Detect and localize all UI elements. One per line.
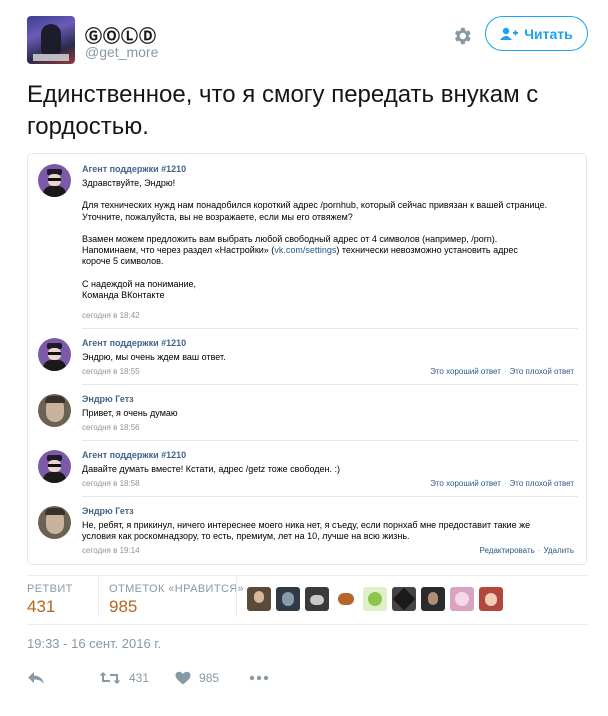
user-avatar-small (38, 506, 71, 539)
edit-link[interactable]: Редактировать (480, 546, 535, 555)
bad-answer-link[interactable]: Это плохой ответ (510, 367, 574, 376)
message-actions: Редактировать · Удалить (480, 546, 574, 555)
divider (27, 624, 587, 625)
message-line: Взамен можем предложить вам выбрать любо… (82, 234, 498, 245)
liker-avatar-icon[interactable] (450, 587, 474, 611)
user-avatar[interactable] (27, 16, 75, 64)
delete-link[interactable]: Удалить (543, 546, 574, 555)
divider (27, 575, 587, 576)
message-line: Уточните, пожалуйста, вы не возражаете, … (82, 211, 353, 222)
add-user-icon (500, 27, 519, 40)
message-body: Не, ребят, я прикинул, ничего интереснее… (82, 520, 572, 542)
separator: · (503, 479, 507, 488)
message-divider (82, 440, 578, 441)
bad-answer-link[interactable]: Это плохой ответ (510, 479, 574, 488)
liker-avatar-icon[interactable] (363, 587, 387, 611)
vk-message: Агент поддержки #1210 Здравствуйте, Эндр… (38, 164, 578, 324)
retweets-count: 431 (27, 597, 56, 616)
settings-link[interactable]: vk.com/settings (274, 245, 336, 255)
message-time: сегодня в 19:14 (82, 546, 140, 555)
avatar-caption-band (33, 54, 69, 61)
message-line: С надеждой на понимание, (82, 278, 196, 289)
likes-stat[interactable]: ОТМЕТОК «НРАВИТСЯ» 985 (109, 583, 244, 617)
liker-avatar-icon[interactable] (421, 587, 445, 611)
liker-avatar-icon[interactable] (276, 587, 300, 611)
likers-list (247, 587, 503, 611)
tweet-media-image[interactable]: Агент поддержки #1210 Здравствуйте, Эндр… (27, 153, 587, 565)
message-line: короче 5 символов. (82, 256, 164, 267)
avatar-figure (41, 24, 61, 54)
more-button[interactable] (249, 675, 269, 681)
likes-label: ОТМЕТОК «НРАВИТСЯ» (109, 583, 245, 595)
message-author: Эндрю Гетз (82, 394, 134, 404)
tweet-header: ⒼⓄⓁⒹ @get_more Читать (27, 16, 588, 66)
agent-avatar (38, 338, 71, 371)
follow-button[interactable]: Читать (485, 16, 588, 51)
user-handle[interactable]: @get_more (85, 44, 158, 60)
message-time: сегодня в 18:58 (82, 479, 140, 488)
separator: · (503, 367, 507, 376)
retweet-button[interactable]: 431 (99, 671, 149, 685)
retweets-label: РЕТВИТ (27, 583, 73, 595)
more-icon (249, 675, 269, 681)
vk-message: Эндрю Гетз Привет, я очень думаю сегодня… (38, 394, 578, 434)
vk-message: Агент поддержки #1210 Давайте думать вме… (38, 450, 578, 490)
message-author: Агент поддержки #1210 (82, 164, 187, 174)
message-divider (82, 496, 578, 497)
message-line: Для технических нужд нам понадобился кор… (82, 200, 548, 211)
rate-actions: Это хороший ответ · Это плохой ответ (430, 367, 574, 376)
message-author: Агент поддержки #1210 (82, 450, 187, 460)
message-author: Агент поддержки #1210 (82, 338, 187, 348)
message-time: сегодня в 18:42 (82, 311, 140, 320)
liker-avatar-icon[interactable] (305, 587, 329, 611)
message-body: Эндрю, мы очень ждем ваш ответ. (82, 352, 226, 362)
liker-avatar-icon[interactable] (334, 587, 358, 611)
good-answer-link[interactable]: Это хороший ответ (430, 479, 501, 488)
gear-icon[interactable] (451, 25, 473, 47)
vk-message: Агент поддержки #1210 Эндрю, мы очень жд… (38, 338, 578, 378)
message-body: Привет, я очень думаю (82, 408, 178, 418)
message-body: Давайте думать вместе! Кстати, адрес /ge… (82, 464, 341, 474)
tweet-actions: 431 985 (27, 668, 269, 688)
message-text: ) технически невозможно установить адрес (336, 245, 518, 256)
reply-icon (28, 672, 44, 684)
message-time: сегодня в 18:55 (82, 367, 140, 376)
good-answer-link[interactable]: Это хороший ответ (430, 367, 501, 376)
message-author: Эндрю Гетз (82, 506, 134, 516)
like-button[interactable]: 985 (175, 671, 219, 685)
agent-avatar (38, 450, 71, 483)
message-time: сегодня в 18:56 (82, 423, 140, 432)
message-line: условия как роскомнадзору, то есть, прем… (82, 531, 410, 542)
divider (236, 577, 237, 617)
reply-button[interactable] (27, 671, 45, 685)
retweets-stat[interactable]: РЕТВИТ 431 (27, 583, 73, 617)
liker-avatar-icon[interactable] (247, 587, 271, 611)
message-text: Напоминаем, что через раздел «Настройки»… (82, 245, 275, 256)
message-line: Здравствуйте, Эндрю! (82, 178, 176, 188)
message-divider (82, 328, 578, 329)
user-avatar-small (38, 394, 71, 427)
message-line: Команда ВКонтакте (82, 290, 165, 301)
like-count: 985 (199, 671, 220, 685)
message-line: Напоминаем, что через раздел «Настройки»… (82, 245, 572, 256)
message-body: Здравствуйте, Эндрю! Для технических нуж… (82, 178, 572, 301)
likes-count: 985 (109, 597, 138, 616)
message-line: Не, ребят, я прикинул, ничего интереснее… (82, 520, 531, 530)
vk-message: Эндрю Гетз Не, ребят, я прикинул, ничего… (38, 506, 578, 558)
heart-icon (175, 671, 191, 685)
liker-avatar-icon[interactable] (479, 587, 503, 611)
message-divider (82, 384, 578, 385)
follow-label: Читать (524, 25, 573, 42)
retweet-count: 431 (129, 671, 150, 685)
tweet-text: Единственное, что я смогу передать внука… (27, 81, 539, 140)
retweet-icon (99, 672, 121, 684)
agent-avatar (38, 164, 71, 197)
rate-actions: Это хороший ответ · Это плохой ответ (430, 479, 574, 488)
tweet-timestamp[interactable]: 19:33 - 16 сент. 2016 г. (27, 636, 161, 651)
liker-avatar-icon[interactable] (392, 587, 416, 611)
divider (98, 577, 99, 617)
